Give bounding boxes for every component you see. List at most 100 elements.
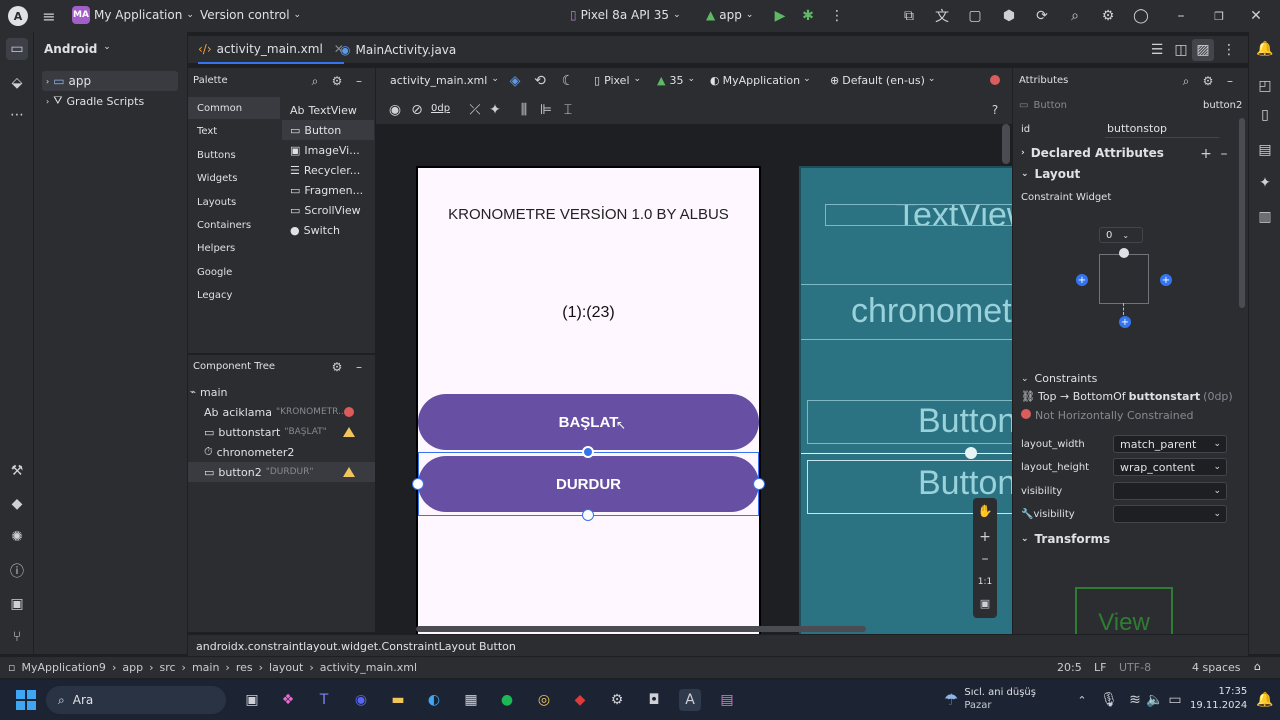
help-icon[interactable]: ?	[984, 99, 1006, 121]
line-separator[interactable]: LF	[1094, 661, 1106, 674]
device-manager-icon[interactable]: ⧉	[898, 5, 920, 27]
tree-row-button2[interactable]: ▭ button2 "DURDUR"	[188, 462, 375, 482]
breadcrumb-button[interactable]: Button	[479, 640, 516, 653]
settings-gear-icon[interactable]: ⚙	[606, 689, 628, 711]
minimize-panel-icon[interactable]: –	[348, 356, 370, 378]
blueprint-top-handle[interactable]	[965, 447, 977, 459]
battery-icon[interactable]: ▭	[1164, 689, 1186, 711]
build-hammer-icon[interactable]: ⚒	[6, 460, 28, 482]
nav-crumb[interactable]: app	[122, 661, 143, 674]
layout-section[interactable]: ⌄ Layout	[1021, 167, 1080, 181]
nav-crumb[interactable]: res	[236, 661, 253, 674]
infer-constraints-icon[interactable]: ✦	[484, 99, 506, 121]
windows-start-icon[interactable]	[16, 690, 36, 710]
device-selector[interactable]: ▯ Pixel 8a API 35 ⌄	[570, 8, 681, 22]
horizontal-scrollbar[interactable]	[416, 626, 866, 632]
transforms-section[interactable]: ⌄ Transforms	[1021, 532, 1110, 546]
nav-crumb[interactable]: src	[159, 661, 175, 674]
vcs-selector[interactable]: Version control ⌄	[200, 8, 301, 22]
palette-item-recyclerview[interactable]: ☰ Recycler...	[282, 160, 374, 180]
terminal-icon[interactable]: ▣	[6, 593, 28, 615]
default-margin-field[interactable]: 0dp	[431, 103, 450, 114]
palette-category-buttons[interactable]: Buttons	[188, 144, 280, 166]
orientation-icon[interactable]: ⟲	[529, 70, 551, 92]
code-view-icon[interactable]: ☰	[1146, 39, 1168, 61]
file-explorer-icon[interactable]: ▬	[387, 689, 409, 711]
settings-gear-icon[interactable]: ⚙	[326, 356, 348, 378]
show-system-ui-icon[interactable]: ◉	[384, 99, 406, 121]
constraints-section[interactable]: ⌄ Constraints	[1021, 372, 1097, 385]
locale-selector[interactable]: ⊕ Default (en-us) ⌄	[830, 74, 935, 87]
blueprint-button-start[interactable]: Button	[807, 400, 1012, 444]
minimize-panel-icon[interactable]: –	[348, 70, 370, 92]
split-view-icon[interactable]: ◫	[1170, 39, 1192, 61]
app-red-icon[interactable]: ◆	[569, 689, 591, 711]
tools-visibility-dropdown[interactable]: ⌄	[1113, 505, 1227, 523]
tab-main-activity[interactable]: ◉ MainActivity.java	[340, 36, 456, 64]
night-mode-icon[interactable]: ☾	[557, 70, 579, 92]
git-icon[interactable]: ⑂	[6, 626, 28, 648]
pan-hand-icon[interactable]: ✋	[974, 500, 996, 522]
notification-bell-icon[interactable]: 🔔	[1254, 689, 1276, 711]
error-indicator-icon[interactable]	[990, 75, 1000, 88]
tree-row-aciklama[interactable]: Ab aciklama "KRONOMETR...	[188, 402, 375, 422]
zoom-out-icon[interactable]: –	[974, 548, 996, 570]
zoom-in-icon[interactable]: +	[974, 526, 996, 548]
teams-icon[interactable]: T	[313, 689, 335, 711]
weather-widget[interactable]: ☂ Sıcl. ani düşüş Pazar	[944, 686, 1036, 712]
settings-gear-icon[interactable]: ⚙	[1197, 70, 1219, 92]
search-icon[interactable]: ⌕	[1064, 5, 1086, 27]
palette-item-switch[interactable]: ● Switch	[282, 220, 374, 240]
layout-width-dropdown[interactable]: match_parent ⌄	[1113, 435, 1227, 453]
task-view-icon[interactable]: ▣	[241, 689, 263, 711]
close-icon[interactable]: ✕	[1245, 5, 1267, 27]
top-constraint-handle[interactable]	[582, 446, 594, 458]
error-icon[interactable]	[344, 407, 354, 417]
tree-row-buttonstart[interactable]: ▭ buttonstart "BAŞLAT"	[188, 422, 375, 442]
nav-crumb[interactable]: activity_main.xml	[320, 661, 417, 674]
blueprint-chronometer[interactable]: chronometer	[801, 284, 1012, 340]
top-constraint-dot[interactable]	[1119, 248, 1129, 258]
layout-file-selector[interactable]: activity_main.xml ⌄	[390, 74, 499, 87]
palette-category-layouts[interactable]: Layouts	[188, 191, 280, 213]
blueprint-textview[interactable]: TextView	[825, 204, 1012, 226]
palette-category-legacy[interactable]: Legacy	[188, 284, 280, 306]
minimize-icon[interactable]: –	[1170, 5, 1192, 27]
device-preview-selector[interactable]: ▯ Pixel ⌄	[594, 74, 641, 87]
palette-category-containers[interactable]: Containers	[188, 214, 280, 236]
microphone-icon[interactable]: 🎙	[1098, 689, 1120, 711]
stop-button[interactable]: DURDUR	[418, 456, 759, 512]
spotify-icon[interactable]: ●	[496, 689, 518, 711]
camera-icon[interactable]: ◘	[643, 689, 665, 711]
app-inspection-icon[interactable]: ✺	[6, 526, 28, 548]
design-surface-icon[interactable]: ◈	[504, 70, 526, 92]
tree-item-gradle[interactable]: › ⛛ Gradle Scripts	[42, 91, 178, 111]
notepad-icon[interactable]: ▤	[716, 689, 738, 711]
autoconnect-icon[interactable]: ⊘	[406, 99, 428, 121]
start-button[interactable]: BAŞLAT	[418, 394, 759, 450]
design-view-icon[interactable]: ▨	[1192, 39, 1214, 61]
tree-row-main[interactable]: ⌁ main	[188, 382, 375, 402]
minimize-panel-icon[interactable]: –	[1219, 70, 1241, 92]
bottom-constraint-handle[interactable]	[582, 509, 594, 521]
remove-attribute-icon[interactable]: –	[1213, 143, 1235, 165]
translate-icon[interactable]: 文	[931, 5, 953, 27]
palette-category-common[interactable]: Common	[188, 97, 280, 119]
constraint-top-row[interactable]: ⛓ Top → BottomOf buttonstart (0dp)	[1021, 390, 1233, 403]
more-icon[interactable]: ⋮	[1218, 39, 1240, 61]
tab-activity-main[interactable]: ‹/› activity_main.xml ✕	[198, 36, 344, 64]
run-config-selector[interactable]: ▲ app ⌄	[706, 8, 753, 22]
search-icon[interactable]: ⌕	[1175, 70, 1197, 92]
palette-item-scrollview[interactable]: ▭ ScrollView	[282, 200, 374, 220]
palette-category-text[interactable]: Text	[188, 120, 280, 142]
account-icon[interactable]: ◯	[1130, 5, 1152, 27]
wifi-icon[interactable]: ≋	[1124, 689, 1146, 711]
copilot-icon[interactable]: ❖	[277, 689, 299, 711]
nav-crumb[interactable]: layout	[269, 661, 303, 674]
guidelines-icon[interactable]: ⌶	[557, 99, 579, 121]
run-icon[interactable]: ▶	[769, 5, 791, 27]
palette-item-button[interactable]: ▭ Button	[282, 120, 374, 140]
debug-icon[interactable]: ✱	[797, 5, 819, 27]
pack-icon[interactable]: ⫼	[513, 99, 535, 121]
warning-icon[interactable]	[343, 467, 355, 477]
